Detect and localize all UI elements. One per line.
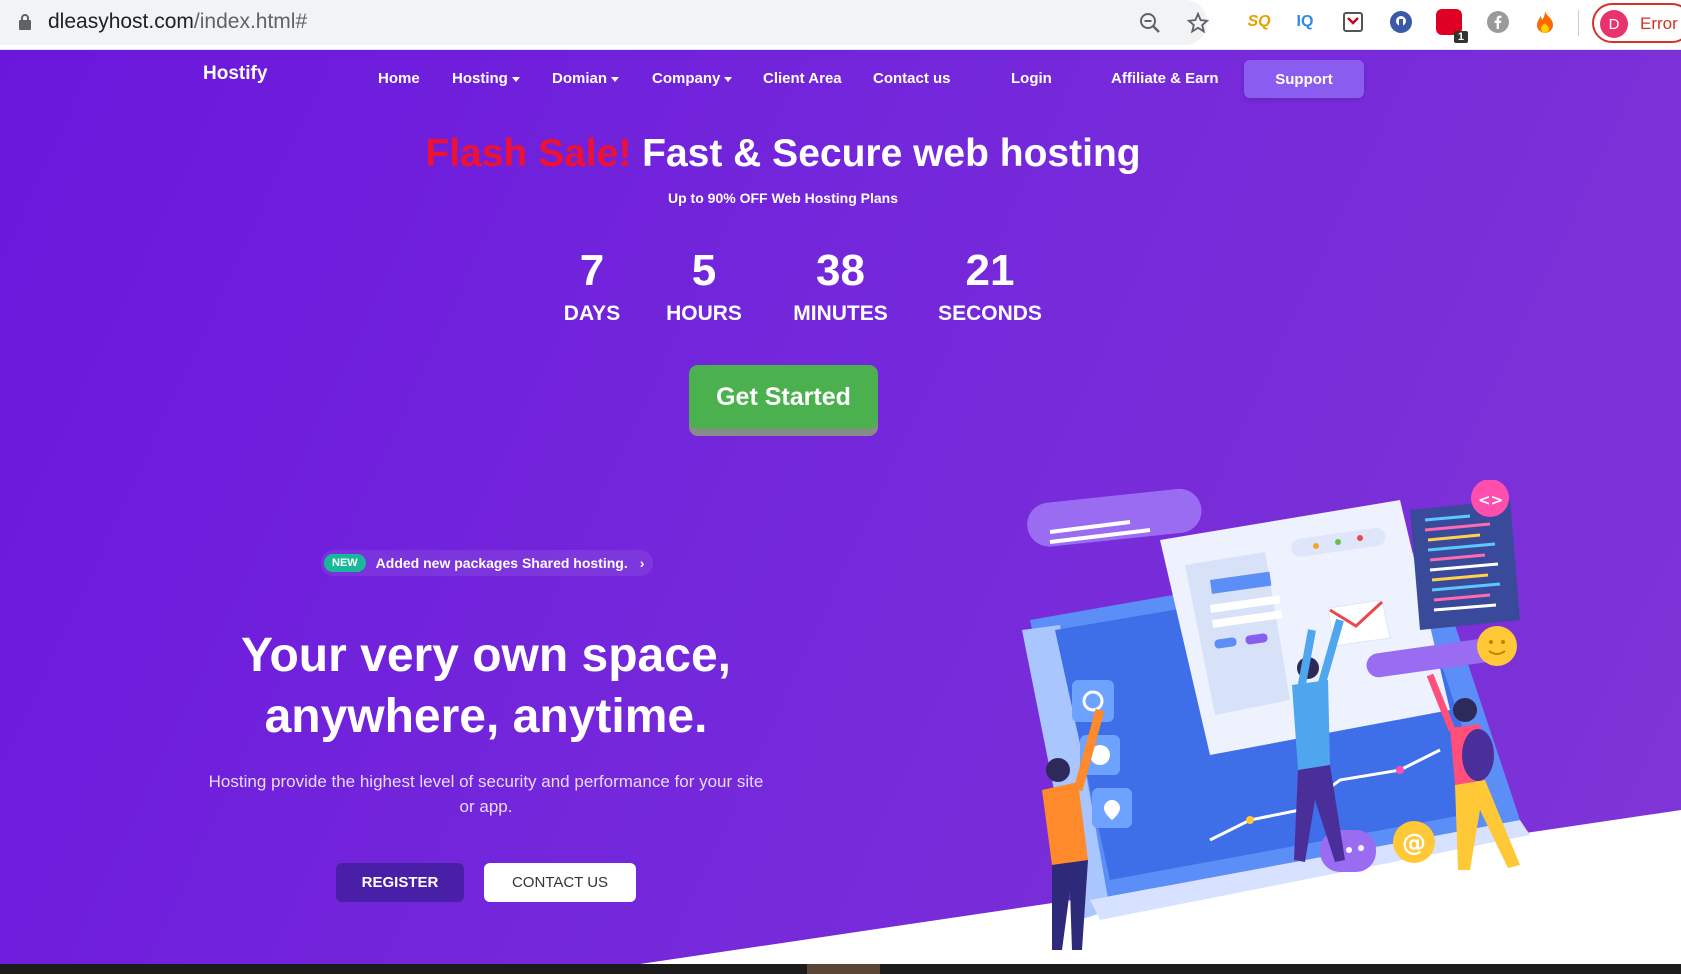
contact-us-button[interactable]: CONTACT US — [484, 863, 636, 902]
headline-text: Fast & Secure web hosting — [642, 132, 1141, 175]
fire-extension-icon[interactable] — [1532, 9, 1558, 35]
get-started-button[interactable]: Get Started — [689, 365, 878, 429]
zoom-icon[interactable] — [1136, 9, 1164, 37]
announcement-pill[interactable]: NEW Added new packages Shared hosting. › — [321, 550, 653, 576]
countdown-unit: MINUTES — [793, 302, 888, 325]
nav-login-label: Login — [1011, 70, 1052, 87]
countdown-unit: DAYS — [563, 302, 621, 325]
register-button[interactable]: REGISTER — [336, 863, 464, 902]
announcement-text: Added new packages Shared hosting. — [375, 555, 628, 571]
nav-client-area[interactable]: Client Area — [763, 70, 842, 87]
nav-domain[interactable]: Domian — [552, 70, 620, 87]
page-title: Your very own space, anywhere, anytime. — [180, 625, 792, 747]
caret-down-icon — [611, 76, 620, 82]
countdown-unit: HOURS — [666, 302, 742, 325]
caret-down-icon — [511, 76, 520, 82]
url-host: dleasyhost.com — [48, 10, 194, 33]
address-bar[interactable]: dleasyhost.com/index.html# — [0, 0, 1209, 45]
url-text[interactable]: dleasyhost.com/index.html# — [48, 10, 307, 34]
badge-extension-icon[interactable]: 1 — [1436, 9, 1468, 43]
sale-headline: Flash Sale! Fast & Secure web hosting — [0, 132, 1566, 176]
nav-affiliate-label: Affiliate & Earn — [1111, 70, 1219, 87]
main-navbar: Hostify Home Hosting Domian Company Clie… — [0, 50, 1681, 110]
flash-sale-text: Flash Sale! — [425, 132, 632, 175]
countdown-value: 7 — [579, 246, 605, 295]
countdown-hours: 5 HOURS — [660, 245, 748, 326]
nav-domain-label: Domian — [552, 70, 608, 87]
svg-text:<>: <> — [1478, 491, 1503, 509]
countdown-seconds: 21 SECONDS — [932, 245, 1048, 326]
title-line-2: anywhere, anytime. — [264, 690, 708, 743]
profile-button[interactable]: D Error — [1592, 3, 1681, 43]
nav-hosting[interactable]: Hosting — [452, 70, 520, 87]
nav-hosting-label: Hosting — [452, 70, 508, 87]
facebook-extension-icon[interactable] — [1485, 9, 1511, 35]
avatar: D — [1600, 10, 1628, 38]
shield-extension-icon[interactable] — [1388, 9, 1414, 35]
svg-text:@: @ — [1402, 829, 1426, 857]
countdown-value: 21 — [965, 246, 1015, 295]
profile-status: Error — [1640, 14, 1678, 33]
url-path: /index.html# — [193, 10, 308, 33]
bottom-taskbar — [0, 964, 1681, 974]
countdown-minutes: 38 MINUTES — [780, 245, 901, 326]
title-line-1: Your very own space, — [241, 629, 731, 682]
countdown-days: 7 DAYS — [550, 245, 634, 326]
intro-description: Hosting provide the highest level of sec… — [208, 772, 764, 816]
nav-contact[interactable]: Contact us — [873, 70, 951, 87]
toolbar-divider — [1578, 10, 1579, 36]
pocket-extension-icon[interactable] — [1340, 9, 1366, 35]
nav-contact-label: Contact us — [873, 70, 951, 87]
nav-home[interactable]: Home — [378, 70, 420, 87]
chevron-right-icon: › — [639, 555, 645, 571]
sale-subheadline: Up to 90% OFF Web Hosting Plans — [668, 190, 898, 206]
lock-icon — [19, 14, 31, 30]
nav-company[interactable]: Company — [652, 70, 733, 87]
brand-logo[interactable]: Hostify — [203, 63, 267, 85]
nav-client-area-label: Client Area — [763, 70, 842, 87]
taskbar-thumbnail — [807, 964, 880, 974]
browser-toolbar: dleasyhost.com/index.html# SQ IQ 1 D Err… — [0, 0, 1681, 50]
countdown-unit: SECONDS — [938, 302, 1042, 325]
nav-company-label: Company — [652, 70, 721, 87]
hosting-illustration: <> @ — [1022, 480, 1530, 950]
nav-login[interactable]: Login — [1011, 70, 1052, 87]
star-icon[interactable] — [1184, 9, 1212, 37]
sq-extension-icon[interactable]: SQ — [1246, 9, 1272, 35]
hero-section: Hostify Home Hosting Domian Company Clie… — [0, 50, 1681, 964]
nav-affiliate[interactable]: Affiliate & Earn — [1111, 70, 1219, 87]
caret-down-icon — [724, 76, 733, 82]
extension-badge-count: 1 — [1453, 31, 1468, 43]
iq-extension-icon[interactable]: IQ — [1292, 9, 1318, 35]
support-button[interactable]: Support — [1244, 60, 1364, 98]
new-badge: NEW — [324, 554, 366, 572]
countdown-value: 5 — [691, 246, 717, 295]
countdown-value: 38 — [816, 246, 865, 295]
nav-home-label: Home — [378, 70, 420, 87]
